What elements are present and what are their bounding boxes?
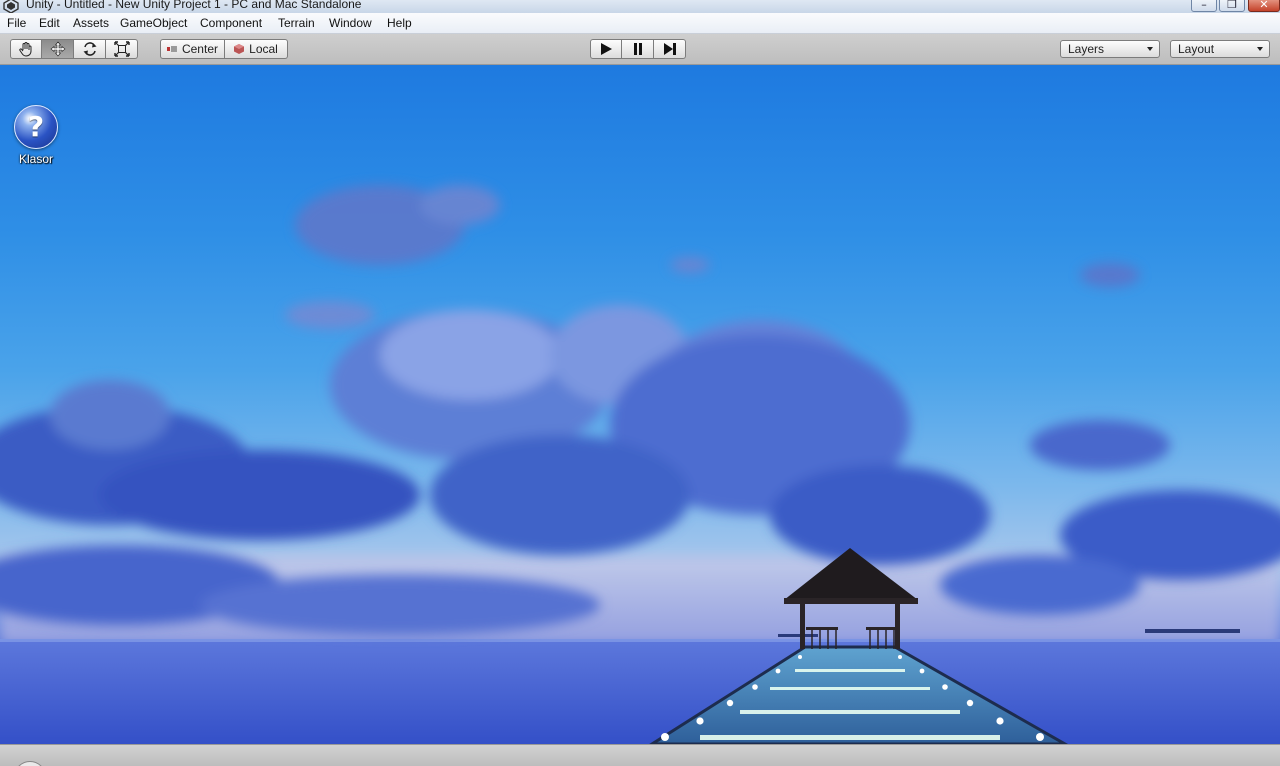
menu-bar: File Edit Assets GameObject Component Te… xyxy=(0,13,1280,34)
menu-window[interactable]: Window xyxy=(329,16,372,30)
playback-controls xyxy=(590,39,686,59)
unity-logo-icon xyxy=(3,0,19,13)
layout-dropdown[interactable]: Layout xyxy=(1170,40,1270,58)
pivot-center-icon xyxy=(167,46,177,52)
toolbar: Center Local Layers Layout xyxy=(0,34,1280,65)
play-icon xyxy=(601,43,612,55)
scale-tool-button[interactable] xyxy=(106,39,138,59)
desktop-icon-klasor[interactable]: ? Klasor xyxy=(10,105,62,166)
window-title: Unity - Untitled - New Unity Project 1 -… xyxy=(26,0,362,11)
menu-component[interactable]: Component xyxy=(200,16,262,30)
title-bar: Unity - Untitled - New Unity Project 1 -… xyxy=(0,0,1280,13)
status-circle-icon xyxy=(14,761,46,766)
menu-file[interactable]: File xyxy=(7,16,26,30)
beach-pier-wallpaper xyxy=(0,185,1280,744)
pivot-local-label: Local xyxy=(249,42,278,56)
move-tool-button[interactable] xyxy=(42,39,74,59)
local-cube-icon xyxy=(234,44,245,54)
pause-icon xyxy=(633,43,642,55)
desktop-icon-label: Klasor xyxy=(18,152,53,166)
minimize-icon: – xyxy=(1201,0,1207,11)
pivot-center-button[interactable]: Center xyxy=(160,39,225,59)
menu-edit[interactable]: Edit xyxy=(39,16,60,30)
unity-window: Unity - Untitled - New Unity Project 1 -… xyxy=(0,0,1280,766)
step-icon xyxy=(663,43,676,55)
chevron-down-icon xyxy=(1257,47,1263,51)
move-icon xyxy=(50,41,65,57)
layers-dropdown[interactable]: Layers xyxy=(1060,40,1160,58)
play-button[interactable] xyxy=(590,39,622,59)
pause-button[interactable] xyxy=(622,39,654,59)
pivot-controls: Center Local xyxy=(160,39,288,59)
minimize-button[interactable]: – xyxy=(1191,0,1217,12)
transform-tools xyxy=(10,39,138,59)
status-bar xyxy=(0,744,1280,766)
menu-terrain[interactable]: Terrain xyxy=(278,16,315,30)
menu-assets[interactable]: Assets xyxy=(73,16,109,30)
close-button[interactable]: ✕ xyxy=(1248,0,1280,12)
pivot-local-button[interactable]: Local xyxy=(225,39,288,59)
hand-icon xyxy=(19,42,32,57)
layers-label: Layers xyxy=(1068,42,1105,56)
help-glyph: ? xyxy=(27,110,45,143)
maximize-icon: ❐ xyxy=(1227,0,1237,11)
maximize-button[interactable]: ❐ xyxy=(1219,0,1245,12)
help-icon: ? xyxy=(14,105,58,149)
chevron-down-icon xyxy=(1147,47,1153,51)
step-button[interactable] xyxy=(654,39,686,59)
menu-gameobject[interactable]: GameObject xyxy=(120,16,187,30)
rotate-tool-button[interactable] xyxy=(74,39,106,59)
scale-icon xyxy=(113,41,130,57)
rotate-icon xyxy=(83,42,96,56)
menu-help[interactable]: Help xyxy=(387,16,412,30)
layout-label: Layout xyxy=(1178,42,1215,56)
desktop-wallpaper: ? Klasor xyxy=(0,65,1280,744)
pivot-center-label: Center xyxy=(181,42,218,56)
hand-tool-button[interactable] xyxy=(10,39,42,59)
close-icon: ✕ xyxy=(1259,0,1269,11)
